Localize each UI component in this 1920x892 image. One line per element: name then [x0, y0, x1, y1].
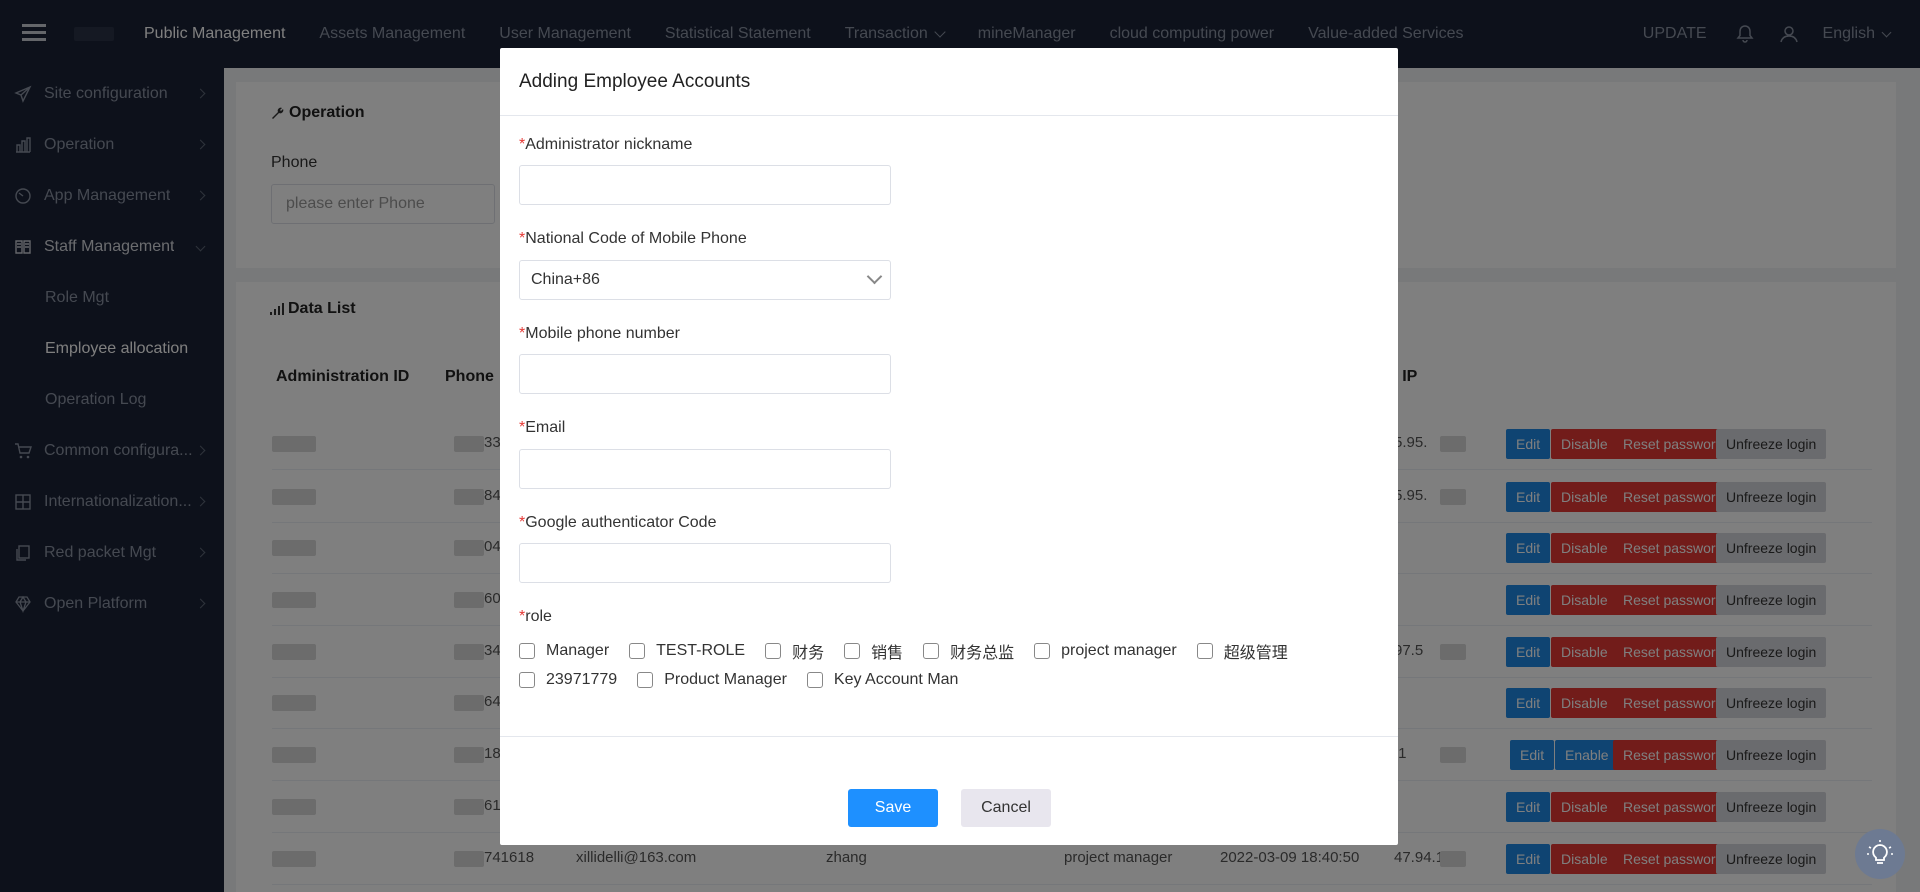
checkbox[interactable] — [765, 642, 782, 659]
role-option-label: 超级管理 — [1223, 644, 1288, 662]
role-option-label: 财务总监 — [950, 644, 1015, 662]
role-option-label: 财务 — [792, 644, 825, 662]
save-button[interactable]: Save — [848, 789, 938, 827]
checkbox[interactable] — [923, 642, 940, 659]
role-row: 23971779 Product Manager Key Account Man — [519, 665, 1339, 694]
role-checkbox-item[interactable]: project manager — [1034, 642, 1177, 660]
role-option-label: 销售 — [871, 644, 904, 662]
role-checkbox-item[interactable]: TEST-ROLE — [629, 642, 745, 660]
modal-title: Adding Employee Accounts — [519, 70, 751, 92]
role-checkbox-item[interactable]: Manager — [519, 642, 609, 660]
add-employee-modal: Adding Employee Accounts *Administrator … — [500, 48, 1398, 845]
role-checkbox-item[interactable]: 销售 — [844, 639, 903, 663]
role-checkbox-item[interactable]: 财务总监 — [923, 639, 1014, 663]
checkbox[interactable] — [1034, 642, 1051, 659]
help-bulb-button[interactable] — [1855, 829, 1905, 879]
checkbox[interactable] — [519, 642, 535, 659]
role-option-label: project manager — [1061, 641, 1177, 659]
mobile-input[interactable] — [519, 354, 891, 394]
checkbox[interactable] — [629, 642, 646, 659]
role-option-label: Key Account Man — [833, 670, 959, 688]
modal-header: Adding Employee Accounts — [500, 48, 1398, 116]
role-checkbox-item[interactable]: 超级管理 — [1196, 639, 1288, 663]
cancel-button[interactable]: Cancel — [961, 789, 1051, 827]
role-option-label: Product Manager — [664, 670, 787, 688]
google-code-input[interactable] — [519, 543, 891, 583]
role-option-label: Manager — [546, 641, 610, 659]
role-row: Manager TEST-ROLE 财务 销售 财务总监 project manager 超… — [519, 636, 1339, 665]
nickname-label: *Administrator nickname — [519, 136, 693, 153]
checkbox[interactable] — [806, 671, 823, 688]
nickname-input[interactable] — [519, 165, 891, 205]
email-label: *Email — [519, 419, 566, 436]
checkbox[interactable] — [1196, 642, 1213, 659]
google-code-label: *Google authenticator Code — [519, 514, 717, 531]
role-option-label: 23971779 — [546, 670, 618, 688]
role-checkbox-item[interactable]: Key Account Man — [806, 670, 959, 689]
role-checkbox-item[interactable]: 23971779 — [519, 671, 617, 689]
checkbox[interactable] — [637, 671, 654, 688]
role-checkbox-group: Manager TEST-ROLE 财务 销售 财务总监 project manager 超… — [519, 636, 1339, 694]
role-label: *role — [519, 608, 552, 625]
role-option-label: TEST-ROLE — [656, 641, 746, 659]
role-checkbox-item[interactable]: 财务 — [765, 639, 824, 663]
lightbulb-icon — [1867, 840, 1893, 864]
chevron-down-icon — [866, 268, 883, 285]
role-checkbox-item[interactable]: Product Manager — [637, 671, 787, 689]
checkbox[interactable] — [844, 642, 861, 659]
mobile-label: *Mobile phone number — [519, 325, 680, 342]
checkbox[interactable] — [519, 671, 535, 688]
national-code-label: *National Code of Mobile Phone — [519, 230, 747, 247]
national-code-select[interactable]: China+86 — [519, 260, 891, 300]
email-input[interactable] — [519, 449, 891, 489]
modal-divider — [500, 736, 1398, 737]
